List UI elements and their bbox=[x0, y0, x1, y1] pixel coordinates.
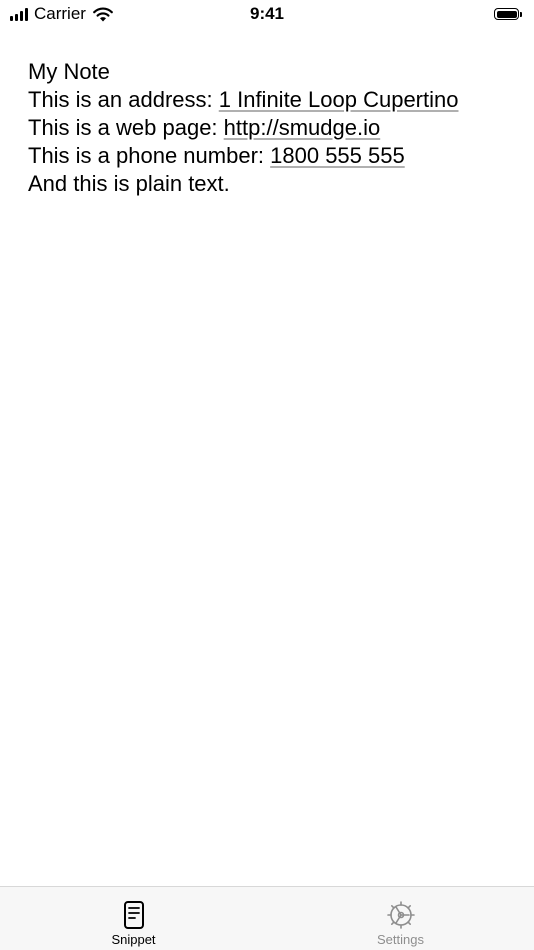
web-page-link[interactable]: http://smudge.io bbox=[224, 115, 381, 140]
battery-icon bbox=[494, 6, 524, 22]
plain-text-line: And this is plain text. bbox=[28, 171, 230, 196]
status-time: 9:41 bbox=[249, 4, 285, 23]
phone-link[interactable]: 1800 555 555 bbox=[270, 143, 405, 168]
tab-settings[interactable]: Settings bbox=[267, 887, 534, 950]
phone-prefix: This is a phone number: bbox=[28, 143, 271, 168]
tab-snippet[interactable]: Snippet bbox=[0, 887, 267, 950]
tab-snippet-label: Snippet bbox=[111, 932, 156, 947]
address-link[interactable]: 1 Infinite Loop Cupertino bbox=[219, 87, 459, 112]
gear-icon bbox=[386, 901, 415, 929]
tab-settings-label: Settings bbox=[377, 932, 424, 947]
address-prefix: This is an address: bbox=[28, 87, 219, 112]
tab-bar: Snippet Settings bbox=[0, 886, 534, 950]
note-text-view[interactable]: My Note This is an address: 1 Infinite L… bbox=[28, 58, 518, 198]
web-page-prefix: This is a web page: bbox=[28, 115, 224, 140]
status-bar: Carrier 9:41 bbox=[0, 0, 534, 28]
phone-line: This is a phone number: 1800 555 555 bbox=[28, 142, 518, 170]
note-title: My Note bbox=[28, 59, 110, 84]
web-page-line: This is a web page: http://smudge.io bbox=[28, 114, 518, 142]
address-line: This is an address: 1 Infinite Loop Cupe… bbox=[28, 86, 518, 114]
document-icon bbox=[123, 901, 144, 929]
